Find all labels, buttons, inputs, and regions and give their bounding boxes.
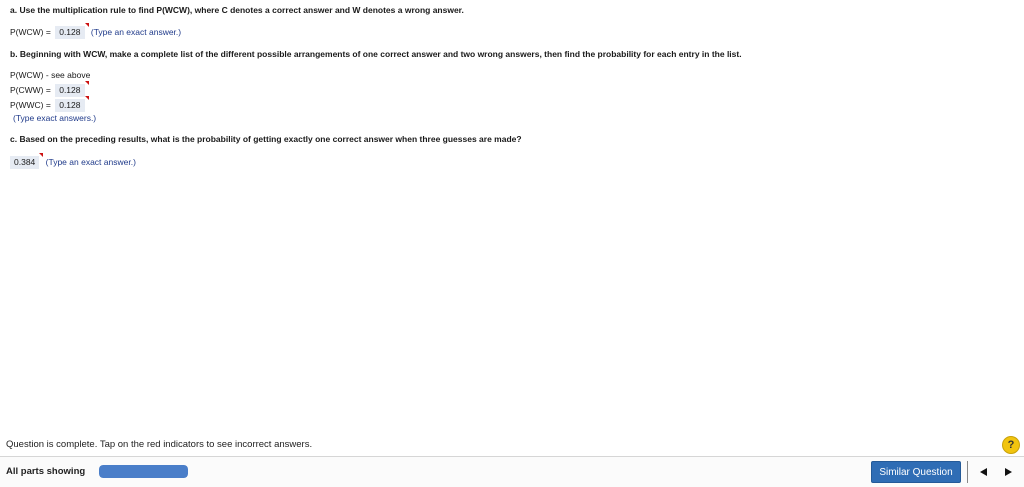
right-triangle-icon [1005, 468, 1012, 476]
part-b-row-wcw: P(WCW) - see above [10, 70, 90, 81]
progress-fill [99, 465, 188, 478]
part-b-row-label: P(WCW) - see above [10, 70, 91, 80]
part-b-cww-answer-value: 0.128 [59, 85, 81, 95]
next-button[interactable] [997, 461, 1019, 483]
part-c-answer-row: 0.384 (Type an exact answer.) [10, 153, 136, 169]
part-b-wwc-answer-box[interactable]: 0.128 [55, 96, 89, 112]
part-c-prompt: c. Based on the preceding results, what … [10, 134, 522, 144]
part-a-answer-box[interactable]: 0.128 [55, 23, 89, 39]
part-b-row-wwc: P(WWC) = 0.128 [10, 96, 89, 112]
part-a-hint: (Type an exact answer.) [90, 27, 182, 37]
status-message: Question is complete. Tap on the red ind… [6, 439, 313, 450]
nav-divider [967, 461, 968, 483]
part-a-label: P(WCW) = [10, 27, 51, 37]
part-b-row-label: P(WWC) = [10, 100, 51, 110]
part-b-row-label: P(CWW) = [10, 85, 51, 95]
incorrect-indicator-icon[interactable] [84, 23, 89, 27]
part-b-cww-answer-box[interactable]: 0.128 [55, 81, 89, 97]
part-a-answer-row: P(WCW) = 0.128 (Type an exact answer.) [10, 23, 182, 39]
parts-showing-label: All parts showing [6, 466, 86, 477]
progress-bar [99, 465, 188, 478]
previous-button[interactable] [973, 461, 995, 483]
part-c-hint: (Type an exact answer.) [45, 157, 136, 167]
incorrect-indicator-icon[interactable] [84, 81, 89, 85]
part-b-row-cww: P(CWW) = 0.128 [10, 81, 89, 97]
left-triangle-icon [980, 468, 987, 476]
part-b-hint: (Type exact answers.) [13, 113, 97, 123]
incorrect-indicator-icon[interactable] [84, 96, 89, 100]
help-icon[interactable]: ? [1002, 436, 1020, 454]
part-a-prompt: a. Use the multiplication rule to find P… [10, 5, 464, 15]
similar-question-button[interactable]: Similar Question [871, 461, 961, 483]
part-a-answer-value: 0.128 [59, 27, 81, 37]
part-c-answer-value: 0.384 [14, 157, 36, 167]
part-b-wwc-answer-value: 0.128 [59, 100, 81, 110]
incorrect-indicator-icon[interactable] [39, 153, 44, 157]
part-c-answer-box[interactable]: 0.384 [10, 153, 44, 169]
footer-bar: All parts showing Similar Question [0, 456, 1024, 487]
part-b-prompt: b. Beginning with WCW, make a complete l… [10, 49, 742, 59]
